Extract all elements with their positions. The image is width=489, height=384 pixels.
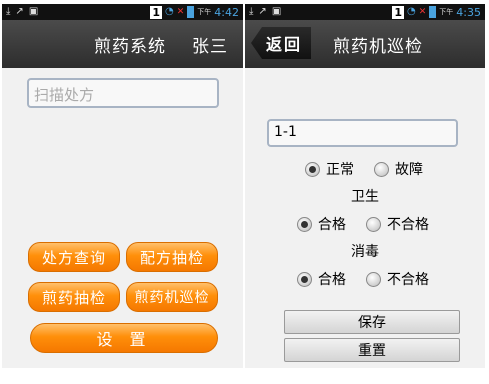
user-name: 张三	[192, 37, 228, 57]
download-icon: ⤓	[249, 6, 254, 17]
hygiene-fail-radio[interactable]	[366, 216, 381, 232]
prescription-query-button[interactable]: 处方查询	[28, 242, 120, 272]
title-bar: 返回 煎药机巡检	[245, 20, 485, 68]
status-fault-label: 故障	[395, 162, 423, 178]
status-bar: ⤓ ↗ ▣ 1 ◔ ✕ 下午 4:35	[245, 4, 485, 20]
no-signal-icon: ✕	[176, 7, 185, 17]
title-bar: 煎药系统 张三	[2, 20, 243, 68]
disinfection-radio-group: 合格 不合格	[297, 269, 429, 289]
sim-indicator: 1	[150, 5, 163, 19]
hygiene-fail-label: 不合格	[387, 217, 429, 233]
wifi-icon: ◔	[407, 6, 416, 17]
signal-icon: ↗	[258, 6, 267, 17]
status-fault-radio[interactable]	[374, 161, 389, 177]
battery-icon	[429, 6, 437, 18]
image-icon: ▣	[28, 6, 39, 17]
formula-check-button[interactable]: 配方抽检	[126, 242, 218, 272]
download-icon: ⤓	[6, 6, 11, 17]
hygiene-pass-radio[interactable]	[297, 216, 312, 232]
machine-inspection-screen: ⤓ ↗ ▣ 1 ◔ ✕ 下午 4:35 返回 煎药机巡检 1-1 正常 故障 卫…	[245, 4, 485, 368]
machine-id-input[interactable]: 1-1	[267, 119, 458, 147]
status-radio-group: 正常 故障	[305, 159, 423, 179]
hygiene-radio-group: 合格 不合格	[297, 214, 429, 234]
scan-prescription-input[interactable]: 扫描处方	[27, 78, 219, 108]
disinfection-label: 消毒	[351, 244, 379, 260]
am-pm: 下午	[197, 8, 212, 16]
disinfection-fail-label: 不合格	[387, 272, 429, 288]
disinfection-pass-radio[interactable]	[297, 271, 312, 287]
machine-inspection-button[interactable]: 煎药机巡检	[126, 282, 218, 312]
settings-button[interactable]: 设 置	[30, 323, 218, 353]
save-button[interactable]: 保存	[284, 310, 460, 334]
decoction-system-screen: ⤓ ↗ ▣ 1 ◔ ✕ 下午 4:42 煎药系统 张三 扫描处方 处方查询 配方…	[2, 4, 243, 368]
status-normal-radio[interactable]	[305, 161, 320, 177]
wifi-icon: ◔	[165, 6, 174, 17]
app-title: 煎药系统	[94, 37, 166, 57]
clock: 4:42	[214, 5, 239, 19]
decoction-check-button[interactable]: 煎药抽检	[28, 282, 120, 312]
status-normal-label: 正常	[326, 162, 354, 178]
hygiene-pass-label: 合格	[318, 217, 346, 233]
no-signal-icon: ✕	[418, 7, 427, 17]
reset-button[interactable]: 重置	[284, 338, 460, 362]
status-bar: ⤓ ↗ ▣ 1 ◔ ✕ 下午 4:42	[2, 4, 243, 20]
sim-indicator: 1	[392, 5, 405, 19]
back-button[interactable]: 返回	[251, 27, 311, 59]
clock: 4:35	[456, 5, 481, 19]
image-icon: ▣	[271, 6, 282, 17]
battery-icon	[187, 6, 195, 18]
page-title: 煎药机巡检	[333, 37, 423, 57]
hygiene-label: 卫生	[351, 189, 379, 205]
disinfection-fail-radio[interactable]	[366, 271, 381, 287]
signal-icon: ↗	[15, 6, 24, 17]
am-pm: 下午	[439, 8, 454, 16]
disinfection-pass-label: 合格	[318, 272, 346, 288]
